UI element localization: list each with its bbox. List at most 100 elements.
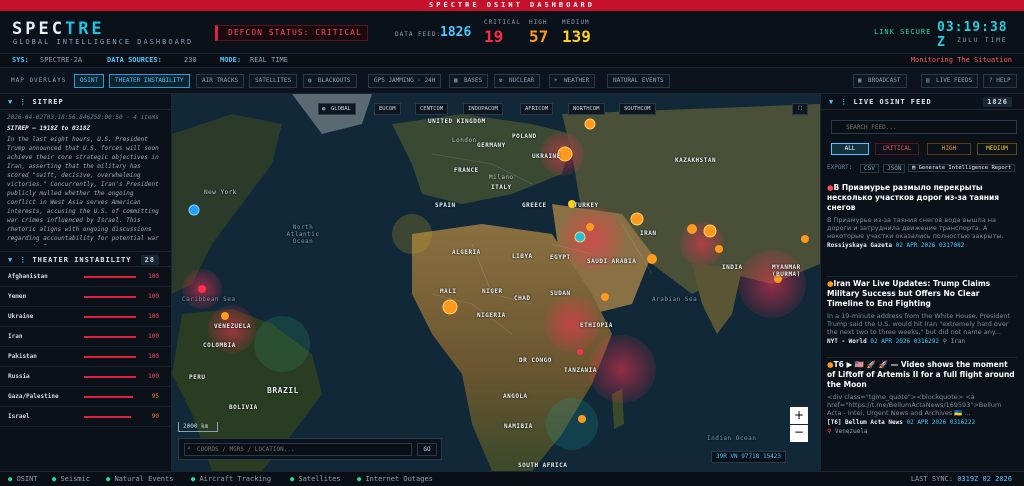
region-tab-africom[interactable]: AFRICOM <box>520 103 554 115</box>
export-csv-button[interactable]: CSV <box>860 164 879 173</box>
filter-high[interactable]: HIGH <box>927 143 971 155</box>
broadcast-icon: ▣ <box>858 77 862 84</box>
coord-search-box: ⌕ GO <box>178 438 442 460</box>
overlay-natural-events[interactable]: NATURAL EVENTS <box>607 74 670 88</box>
document-icon: ▤ <box>912 165 916 171</box>
event-marker <box>198 285 206 293</box>
feed-icon: ▤ <box>926 77 930 84</box>
weather-icon: ☀ <box>554 77 558 84</box>
sitrep-heading: SITREP — 1918Z to 0318Z <box>7 125 91 132</box>
sys-key: SYS: <box>12 56 29 64</box>
fullscreen-icon[interactable]: ⛶ <box>792 103 808 115</box>
collapse-icon: ▼ <box>829 98 835 106</box>
footer-internet-outages: ● Internet Outages <box>357 475 433 483</box>
overlay-nuclear[interactable]: ☢ NUCLEAR <box>494 74 541 88</box>
event-marker <box>574 231 586 243</box>
drag-handle-icon: ⋮ <box>19 98 28 106</box>
filter-all[interactable]: ALL <box>831 143 869 155</box>
theater-row[interactable]: Gaza/Palestine 95 <box>0 387 171 407</box>
location-pin-icon: ⚲ <box>827 428 832 435</box>
theater-row[interactable]: Russia 100 <box>0 367 171 387</box>
theater-row[interactable]: Afghanistan 100 <box>0 267 171 287</box>
overlay-bases[interactable]: ▦ BASES <box>449 74 489 88</box>
footer-osint: ● OSINT <box>8 475 38 483</box>
globe-icon: ◍ <box>322 106 326 112</box>
theater-row[interactable]: Yemen 100 <box>0 287 171 307</box>
region-tab-global[interactable]: ◍ GLOBAL <box>318 103 356 115</box>
event-marker <box>188 204 200 216</box>
collapse-icon: ▼ <box>8 98 14 106</box>
theater-row[interactable]: Ukraine 100 <box>0 307 171 327</box>
theater-instability-header[interactable]: ▼ ⋮ THEATER INSTABILITY 28 <box>0 251 171 267</box>
region-tab-eucom[interactable]: EUCOM <box>374 103 401 115</box>
sitrep-meta: 2026-04-02T03:18:56.846Z58:00:50 · 4 ite… <box>7 114 159 121</box>
region-tab-southcom[interactable]: SOUTHCOM <box>619 103 656 115</box>
event-marker <box>647 254 657 264</box>
event-marker <box>442 299 458 315</box>
region-tab-indopacom[interactable]: INDOPACOM <box>463 103 503 115</box>
event-marker <box>586 223 594 231</box>
theater-count-badge: 28 <box>140 255 159 265</box>
region-tab-centcom[interactable]: CENTCOM <box>415 103 449 115</box>
hotzone-circle <box>392 214 432 254</box>
map-canvas[interactable] <box>172 94 820 471</box>
last-sync: LAST SYNC: 0319Z 02 2026 <box>910 475 1012 483</box>
mgrs-readout: 39R VN 97718 15423 <box>711 451 787 463</box>
zoom-in-button[interactable]: + <box>790 407 808 424</box>
globe-icon: ◍ <box>308 77 312 84</box>
map-scale: 2000 km <box>178 422 218 432</box>
event-marker <box>715 245 723 253</box>
event-marker <box>578 415 586 423</box>
feed-item[interactable]: ●Iran War Live Updates: Trump Claims Mil… <box>827 276 1017 348</box>
live-feeds-button[interactable]: ▤ LIVE FEEDS <box>921 74 979 88</box>
overlay-theater-instability[interactable]: THEATER INSTABILITY <box>109 74 190 88</box>
event-marker <box>630 212 644 226</box>
broadcast-button[interactable]: ▣ BROADCAST <box>853 74 907 88</box>
overlay-blackouts[interactable]: ◍ BLACKOUTS <box>303 74 357 88</box>
feed-item[interactable]: ●В Приамурье размыло перекрыты несколько… <box>827 183 1017 263</box>
filter-medium[interactable]: MEDIUM <box>977 143 1017 155</box>
theater-list: Afghanistan 100 Yemen 100 Ukraine 100 Iran 1… <box>0 267 171 427</box>
overlay-osint[interactable]: OSINT <box>74 74 105 88</box>
coord-go-button[interactable]: GO <box>417 443 437 456</box>
coord-input[interactable] <box>184 443 412 456</box>
hotzone-circle <box>546 398 598 450</box>
sys-value: SPECTRE-2A <box>40 56 83 64</box>
theater-row[interactable]: Iran 100 <box>0 327 171 347</box>
live-feed-header[interactable]: ▼ ⋮ LIVE OSINT FEED 1826 <box>821 94 1024 110</box>
overlay-weather[interactable]: ☀ WEATHER <box>549 74 596 88</box>
collapse-icon: ▼ <box>8 256 14 264</box>
data-feed-value: 1826 <box>440 25 472 40</box>
header: SPECTRE GLOBAL INTELLIGENCE DASHBOARD DE… <box>0 11 1024 54</box>
region-tab-northcom[interactable]: NORTHCOM <box>568 103 605 115</box>
monitoring-status: Monitoring The Situation <box>910 56 1012 64</box>
feed-item[interactable]: ●T6 ▶ 🇺🇸 🚀 🚀 — Video shows the moment of… <box>827 357 1017 457</box>
instability-bar <box>84 396 134 398</box>
export-json-button[interactable]: JSON <box>883 164 906 173</box>
sitrep-header[interactable]: ▼ ⋮ SITREP <box>0 94 171 110</box>
help-button[interactable]: ? HELP <box>983 74 1017 88</box>
filter-critical[interactable]: CRITICAL <box>875 143 919 155</box>
event-marker <box>584 118 596 130</box>
defcon-status: DEFCON STATUS: CRITICAL <box>215 25 368 41</box>
event-marker <box>601 293 609 301</box>
generate-report-button[interactable]: ▤ Generate Intelligence Report <box>908 164 1016 172</box>
event-marker <box>703 224 717 238</box>
theater-row[interactable]: Pakistan 100 <box>0 347 171 367</box>
instability-bar <box>84 376 136 378</box>
app-logo: SPECTRE <box>12 19 105 39</box>
world-map[interactable]: ◍ GLOBAL EUCOM CENTCOM INDOPACOM AFRICOM … <box>172 94 820 471</box>
hotzone-circle <box>680 222 724 266</box>
footer-natural-events: ● Natural Events <box>106 475 174 483</box>
theater-row[interactable]: Israel 90 <box>0 407 171 427</box>
overlay-satellites[interactable]: SATELLITES <box>249 74 298 88</box>
left-panel: ▼ ⋮ SITREP 2026-04-02T03:18:56.846Z58:00:… <box>0 94 172 471</box>
location-pin-icon: ⚲ <box>942 338 948 345</box>
critical-counter: CRITICAL 19 <box>484 19 521 46</box>
overlay-gps-jamming[interactable]: GPS JAMMING · 24H <box>368 74 442 88</box>
mode-key: MODE: <box>220 56 242 64</box>
overlay-air-tracks[interactable]: AIR TRACKS <box>196 74 245 88</box>
export-label: EXPORT: <box>827 164 853 171</box>
zoom-out-button[interactable]: − <box>790 425 808 442</box>
feed-search-input[interactable] <box>831 120 1017 134</box>
